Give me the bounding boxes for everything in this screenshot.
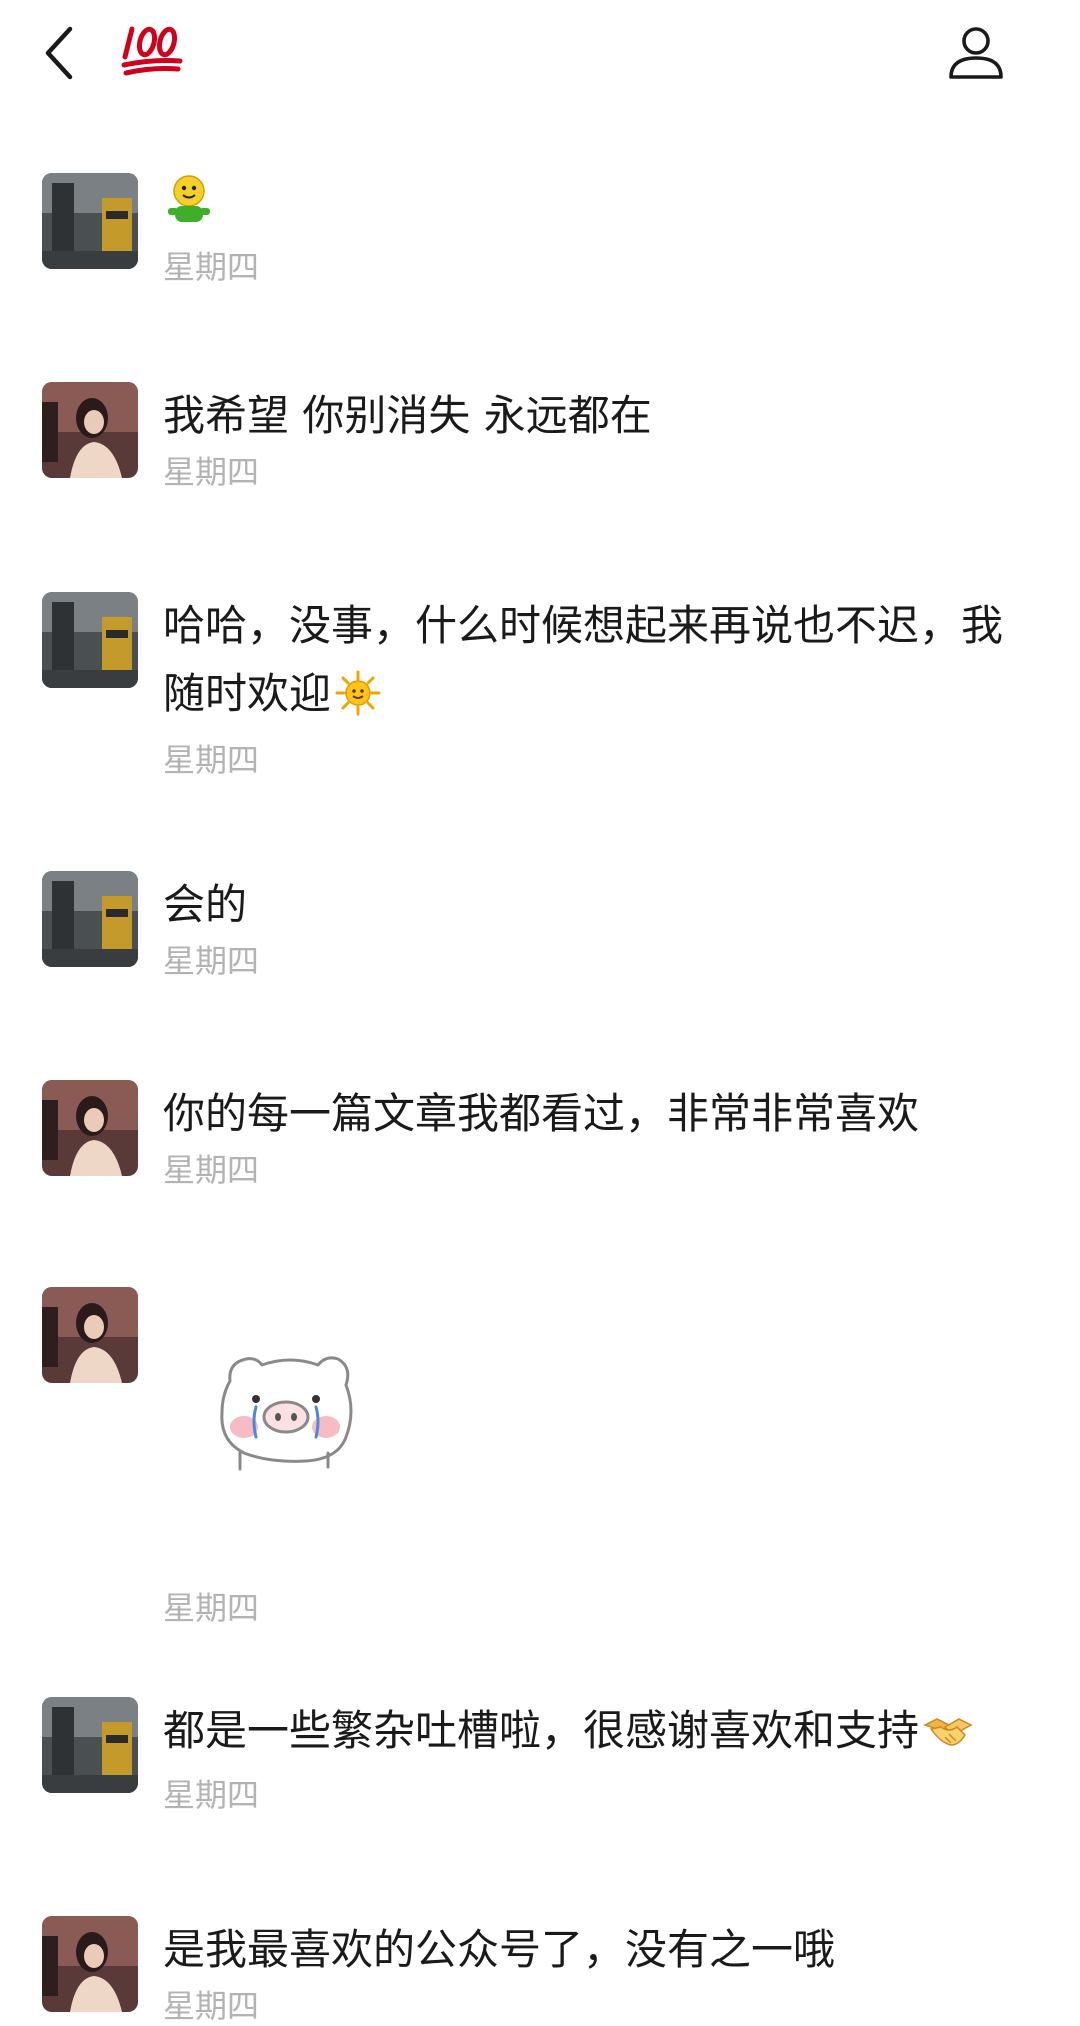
timestamp: 星期四 — [163, 1151, 260, 1189]
message-text: 都是一些繁杂吐槽啦，很感谢喜欢和支持 — [163, 1697, 1073, 1773]
sticker-green-smiley — [163, 173, 1043, 225]
sticker-crying-pig — [210, 1341, 370, 1481]
avatar-author[interactable] — [42, 592, 138, 688]
timestamp: 星期四 — [163, 1987, 260, 2025]
handshake-icon — [923, 1705, 973, 1773]
avatar-author[interactable] — [42, 871, 138, 967]
timestamp: 星期四 — [163, 1589, 260, 1627]
avatar-reader[interactable] — [42, 1916, 138, 2012]
message-text: 会的 — [163, 880, 248, 929]
timestamp: 星期四 — [163, 741, 260, 779]
comment-list: 星期四 我希望 你别消失 永远都在 星期四 哈哈，没事，什么时候想起来再说也不迟… — [0, 0, 1080, 2025]
avatar-author[interactable] — [42, 1697, 138, 1793]
timestamp: 星期四 — [163, 248, 260, 286]
message-text: 是我最喜欢的公众号了，没有之一哦 — [163, 1925, 836, 1974]
timestamp: 星期四 — [163, 1776, 260, 1814]
message-text: 我希望 你别消失 永远都在 — [163, 391, 652, 440]
message-text: 哈哈，没事，什么时候想起来再说也不迟，我随时欢迎 — [163, 592, 1013, 736]
avatar-reader[interactable] — [42, 1080, 138, 1176]
timestamp: 星期四 — [163, 942, 260, 980]
avatar-author[interactable] — [42, 173, 138, 269]
avatar-reader[interactable] — [42, 382, 138, 478]
message-text: 你的每一篇文章我都看过，非常非常喜欢 — [163, 1089, 920, 1138]
sun-icon — [335, 668, 381, 736]
avatar-reader[interactable] — [42, 1287, 138, 1383]
timestamp: 星期四 — [163, 453, 260, 491]
